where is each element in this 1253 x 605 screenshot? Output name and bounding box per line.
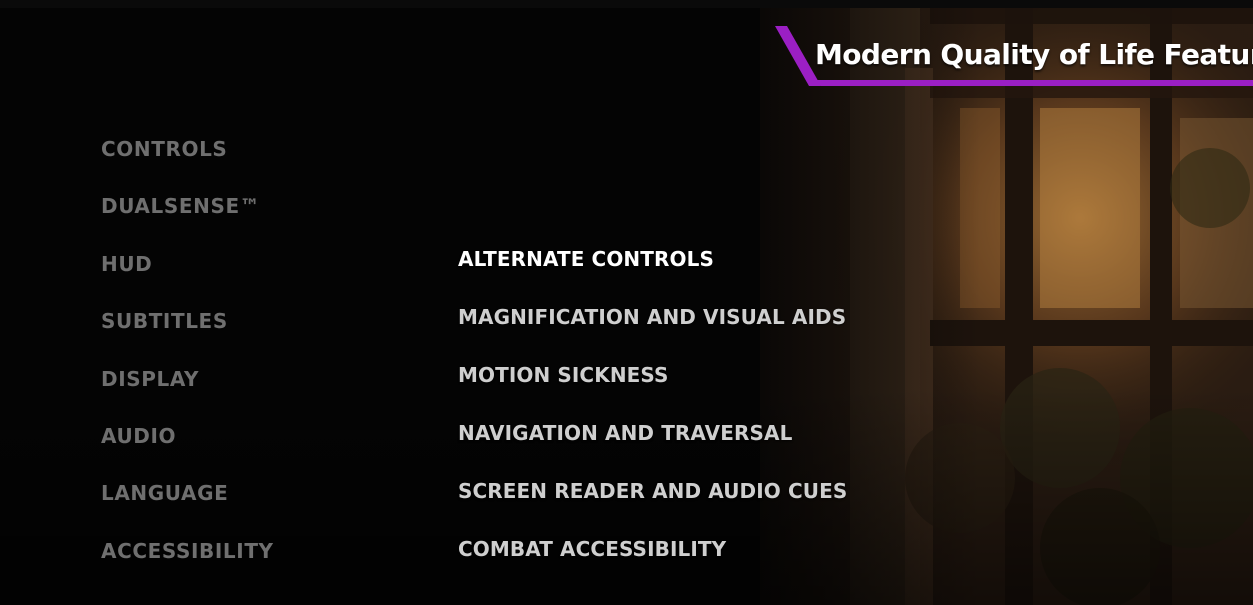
category-dualsense[interactable]: DUALSENSE™	[101, 190, 361, 247]
category-audio[interactable]: AUDIO	[101, 420, 361, 477]
category-controls[interactable]: CONTROLS	[101, 133, 361, 190]
submenu-screen-reader-audio-cues[interactable]: SCREEN READER AND AUDIO CUES	[458, 476, 978, 534]
category-display[interactable]: DISPLAY	[101, 363, 361, 420]
category-hud[interactable]: HUD	[101, 248, 361, 305]
accessibility-submenu: ALTERNATE CONTROLS MAGNIFICATION AND VIS…	[458, 244, 978, 592]
submenu-alternate-controls[interactable]: ALTERNATE CONTROLS	[458, 244, 978, 302]
game-options-screen: Modern Quality of Life Features CONTROLS…	[0, 0, 1253, 605]
submenu-navigation-traversal[interactable]: NAVIGATION AND TRAVERSAL	[458, 418, 978, 476]
category-subtitles[interactable]: SUBTITLES	[101, 305, 361, 362]
banner-title: Modern Quality of Life Features	[815, 38, 1253, 71]
feature-banner: Modern Quality of Life Features	[775, 26, 1253, 86]
category-language[interactable]: LANGUAGE	[101, 477, 361, 534]
submenu-magnification-visual-aids[interactable]: MAGNIFICATION AND VISUAL AIDS	[458, 302, 978, 360]
submenu-combat-accessibility[interactable]: COMBAT ACCESSIBILITY	[458, 534, 978, 592]
options-category-menu: CONTROLS DUALSENSE™ HUD SUBTITLES DISPLA…	[101, 133, 361, 592]
category-accessibility[interactable]: ACCESSIBILITY	[101, 535, 361, 592]
top-strip	[0, 0, 1253, 8]
submenu-motion-sickness[interactable]: MOTION SICKNESS	[458, 360, 978, 418]
